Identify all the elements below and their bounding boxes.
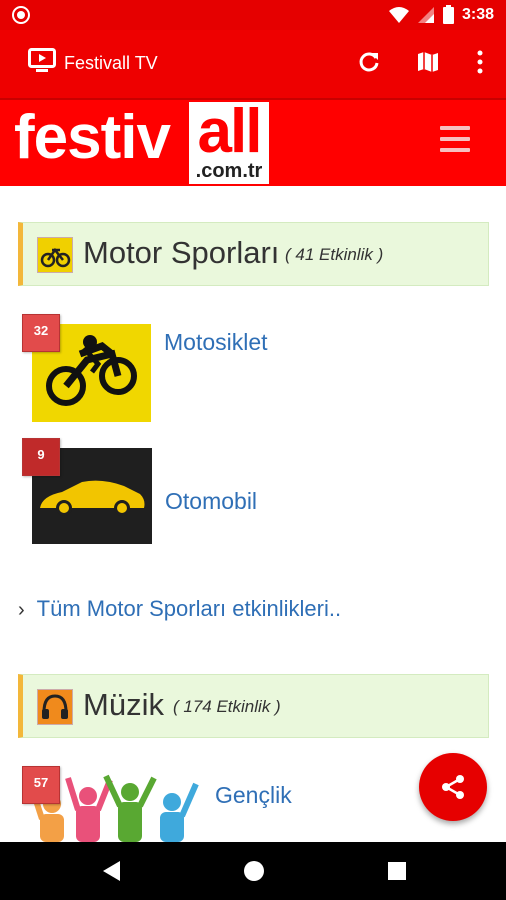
category-item-genclik[interactable]: Gençlik bbox=[215, 782, 292, 809]
menu-icon[interactable] bbox=[440, 126, 470, 152]
category-header-muzik[interactable]: Müzik ( 174 Etkinlik ) bbox=[18, 674, 489, 738]
logo-all-text: all bbox=[197, 97, 263, 166]
category-title: Müzik bbox=[83, 687, 164, 722]
logo-box[interactable]: all .com.tr bbox=[189, 97, 269, 184]
app-title: Festivall TV bbox=[64, 53, 158, 73]
badge-count: 9 bbox=[22, 438, 60, 476]
more-options-icon[interactable] bbox=[470, 50, 490, 74]
headphones-icon bbox=[37, 689, 73, 725]
share-icon bbox=[442, 775, 464, 799]
logo-text[interactable]: festiv bbox=[14, 102, 171, 173]
category-header-motor-sporlari[interactable]: Motor Sporları ( 41 Etkinlik ) bbox=[18, 222, 489, 286]
badge-count: 57 bbox=[22, 766, 60, 804]
category-item-otomobil[interactable]: Otomobil bbox=[165, 488, 257, 515]
system-navigation-bar bbox=[0, 842, 506, 900]
chevron-right-icon: › bbox=[18, 599, 25, 621]
back-icon[interactable] bbox=[100, 859, 122, 883]
all-motor-sporlari-link[interactable]: › Tüm Motor Sporları etkinlikleri.. bbox=[18, 596, 341, 622]
logo-domain: .com.tr bbox=[195, 160, 263, 182]
battery-icon bbox=[442, 5, 454, 24]
wifi-icon bbox=[388, 6, 409, 23]
refresh-icon[interactable] bbox=[357, 50, 381, 74]
recents-icon[interactable] bbox=[386, 859, 408, 883]
all-events-link-label: Tüm Motor Sporları etkinlikleri.. bbox=[36, 596, 342, 621]
badge-count: 32 bbox=[22, 314, 60, 352]
signal-icon bbox=[417, 6, 434, 23]
motorbike-icon bbox=[37, 237, 73, 273]
category-count: ( 174 Etkinlik ) bbox=[173, 697, 281, 716]
app-bar: Festivall TV bbox=[0, 30, 506, 98]
clock: 3:38 bbox=[461, 5, 494, 23]
site-header: festiv all .com.tr bbox=[0, 97, 506, 186]
share-button[interactable] bbox=[419, 753, 487, 821]
map-icon[interactable] bbox=[416, 50, 440, 74]
home-icon[interactable] bbox=[242, 859, 266, 883]
category-title: Motor Sporları bbox=[83, 235, 280, 270]
tv-icon bbox=[28, 48, 56, 72]
category-item-motosiklet[interactable]: Motosiklet bbox=[164, 329, 268, 356]
content-area: Motor Sporları ( 41 Etkinlik ) 32 Motosi… bbox=[0, 186, 506, 842]
status-bar: 3:38 bbox=[0, 0, 506, 30]
screen-record-icon bbox=[12, 6, 30, 24]
category-count: ( 41 Etkinlik ) bbox=[285, 245, 384, 264]
